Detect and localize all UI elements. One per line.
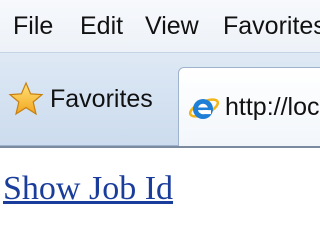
menu-view[interactable]: View <box>145 10 199 42</box>
ie-icon <box>187 92 220 124</box>
page-content: Show Job Id <box>0 146 320 250</box>
tab-title: http://loca <box>225 93 320 121</box>
favorites-label: Favorites <box>50 84 153 113</box>
browser-window: File Edit View Favorites Favorites http:… <box>0 0 320 250</box>
browser-tab[interactable]: http://loca <box>178 67 320 147</box>
menu-bar: File Edit View Favorites <box>0 0 320 52</box>
star-icon <box>8 81 44 117</box>
menu-favorites[interactable]: Favorites <box>223 10 320 42</box>
favorites-bar: Favorites http://loca <box>0 52 320 147</box>
show-job-id-link[interactable]: Show Job Id <box>3 170 173 208</box>
menu-file[interactable]: File <box>13 10 53 42</box>
favorites-button[interactable]: Favorites <box>8 79 153 119</box>
menu-edit[interactable]: Edit <box>80 10 123 42</box>
